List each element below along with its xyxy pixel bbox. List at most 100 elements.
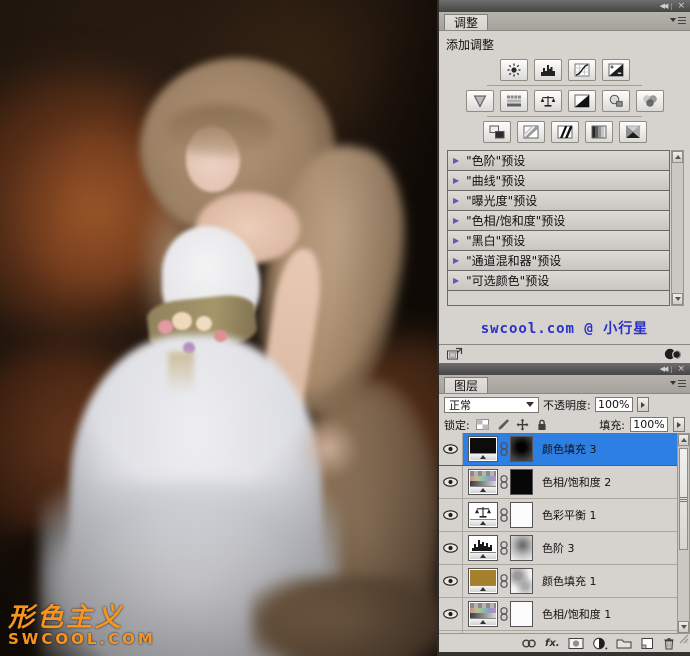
preset-group-row[interactable]: ▶"黑白"预设 [448,231,669,251]
switch-panel-view-button[interactable] [446,347,463,361]
delete-layer-button[interactable] [662,637,676,650]
layer-thumbnail[interactable] [468,436,498,462]
threshold-adjustment-button[interactable] [551,121,579,143]
black-white-adjustment-button[interactable] [568,90,596,112]
layer-mask-thumbnail[interactable] [510,469,533,495]
expand-triangle-icon[interactable]: ▶ [453,157,459,165]
close-panel-button[interactable]: × [677,2,685,11]
preset-list-wrap: ▶ "色阶"预设 ▶"曲线"预设▶"曝光度"预设▶"色相/饱和度"预设▶"黑白"预设… [447,150,684,306]
layer-row-颜色填充 3[interactable]: 颜色填充 3 [439,433,677,466]
collapse-to-icons-button[interactable]: ◀◀ [660,366,667,373]
close-panel-button[interactable]: × [677,365,685,374]
layer-row-颜色填充 1[interactable]: 颜色填充 1 [439,565,677,598]
lock-position-icon[interactable] [515,418,530,432]
lock-row: 锁定: 填充: 100% [439,415,690,434]
collapse-to-icons-button[interactable]: ◀◀ [660,3,667,10]
tab-adjustments[interactable]: 调整 [444,14,488,30]
preset-group-row[interactable]: ▶"通道混和器"预设 [448,251,669,271]
invert-adjustment-button[interactable] [483,121,511,143]
preset-group-row[interactable]: ▶"色相/饱和度"预设 [448,211,669,231]
preset-group-row[interactable]: ▶ "可选颜色"预设 [448,271,669,291]
resize-grip[interactable] [679,633,689,647]
fill-field[interactable]: 100% [630,417,668,432]
scroll-down-icon[interactable] [678,621,689,633]
curves-adjustment-button[interactable] [568,59,596,81]
layer-mask-thumbnail[interactable] [510,601,533,627]
expand-triangle-icon[interactable]: ▶ [453,197,459,205]
lock-all-icon[interactable] [535,418,550,432]
new-layer-button[interactable] [640,637,654,650]
preset-group-label: "色阶"预设 [466,152,525,169]
brightness-contrast-adjustment-button[interactable] [500,59,528,81]
tab-layers[interactable]: 图层 [444,377,488,393]
gradient-map-adjustment-button[interactable] [585,121,613,143]
opacity-label: 不透明度: [543,397,591,413]
scroll-up-icon[interactable] [678,434,689,446]
mask-link-icon [498,475,510,489]
layer-row-色彩平衡 1[interactable]: 色彩平衡 1 [439,499,677,532]
scroll-up-icon[interactable] [672,151,683,163]
opacity-field[interactable]: 100% [595,397,633,412]
channel-mixer-adjustment-button[interactable] [636,90,664,112]
blend-mode-dropdown[interactable]: 正常 [444,397,539,413]
link-layers-button[interactable] [521,638,537,649]
preset-group-row[interactable]: ▶ "色阶"预设 [448,151,669,171]
lock-transparency-icon[interactable] [475,418,490,432]
add-adjustment-title: 添加调整 [439,31,690,55]
levels-adjustment-button[interactable] [534,59,562,81]
lock-pixels-icon[interactable] [495,418,510,432]
layer-visibility-eye-icon[interactable] [439,499,463,531]
layer-row-色相/饱和度 1[interactable]: 色相/饱和度 1 [439,598,677,631]
expand-triangle-icon[interactable]: ▶ [453,277,459,285]
layer-mask-thumbnail[interactable] [510,502,533,528]
layer-thumbnail[interactable] [468,535,498,561]
scroll-down-icon[interactable] [672,293,683,305]
layer-thumbnail[interactable] [468,469,498,495]
preset-group-row[interactable]: ▶"曝光度"预设 [448,191,669,211]
hue-saturation-adjustment-button[interactable] [500,90,528,112]
layer-mask-thumbnail[interactable] [510,436,533,462]
layer-visibility-eye-icon[interactable] [439,433,463,465]
layer-thumbnail[interactable] [468,568,498,594]
layer-thumbnail[interactable] [468,601,498,627]
photo-filter-adjustment-button[interactable] [602,90,630,112]
layer-name: 颜色填充 3 [542,441,597,457]
layer-visibility-eye-icon[interactable] [439,565,463,597]
preset-group-label: "可选颜色"预设 [466,272,549,289]
layer-mask-thumbnail[interactable] [510,568,533,594]
opacity-slider-button[interactable] [637,397,649,412]
panel-menu-icon[interactable] [670,379,686,388]
expanded-view-toggle-button[interactable] [663,347,683,361]
fill-slider-button[interactable] [673,417,685,432]
color-balance-adjustment-button[interactable] [534,90,562,112]
adjustments-panel: ◀◀ × 调整 添加调整 ▶ "色阶"预设 ▶"曲线"预设▶"曝光度"预设▶"色相/… [439,0,690,363]
expand-triangle-icon[interactable]: ▶ [453,237,459,245]
posterize-adjustment-button[interactable] [517,121,545,143]
new-adjustment-layer-button[interactable] [592,637,608,650]
layer-mask-thumbnail[interactable] [510,535,533,561]
layers-scrollbar[interactable] [677,433,690,634]
layer-row-色阶 3[interactable]: 色阶 3 [439,532,677,565]
exposure-adjustment-button[interactable] [602,59,630,81]
layer-row-色相/饱和度 2[interactable]: 色相/饱和度 2 [439,466,677,499]
add-layer-mask-button[interactable] [568,637,584,650]
expand-triangle-icon[interactable]: ▶ [453,217,459,225]
layer-style-button[interactable]: fx. [545,638,560,649]
watermark-text: swcool.com @ 小行星 [439,318,690,338]
preset-group-row[interactable]: ▶"曲线"预设 [448,171,669,191]
vibrance-adjustment-button[interactable] [466,90,494,112]
scrollbar-thumb[interactable] [679,448,688,550]
layer-thumbnail[interactable] [468,502,498,528]
new-group-button[interactable] [616,637,632,649]
adjustment-icon-grid [439,59,690,143]
layer-visibility-eye-icon[interactable] [439,598,463,630]
expand-triangle-icon[interactable]: ▶ [453,257,459,265]
mask-link-icon [498,541,510,555]
layer-visibility-eye-icon[interactable] [439,466,463,498]
preset-scrollbar[interactable] [671,150,684,306]
layers-panel-titlebar: ◀◀ × [439,363,690,375]
panel-menu-icon[interactable] [670,16,686,25]
expand-triangle-icon[interactable]: ▶ [453,177,459,185]
selective-color-adjustment-button[interactable] [619,121,647,143]
layer-visibility-eye-icon[interactable] [439,532,463,564]
